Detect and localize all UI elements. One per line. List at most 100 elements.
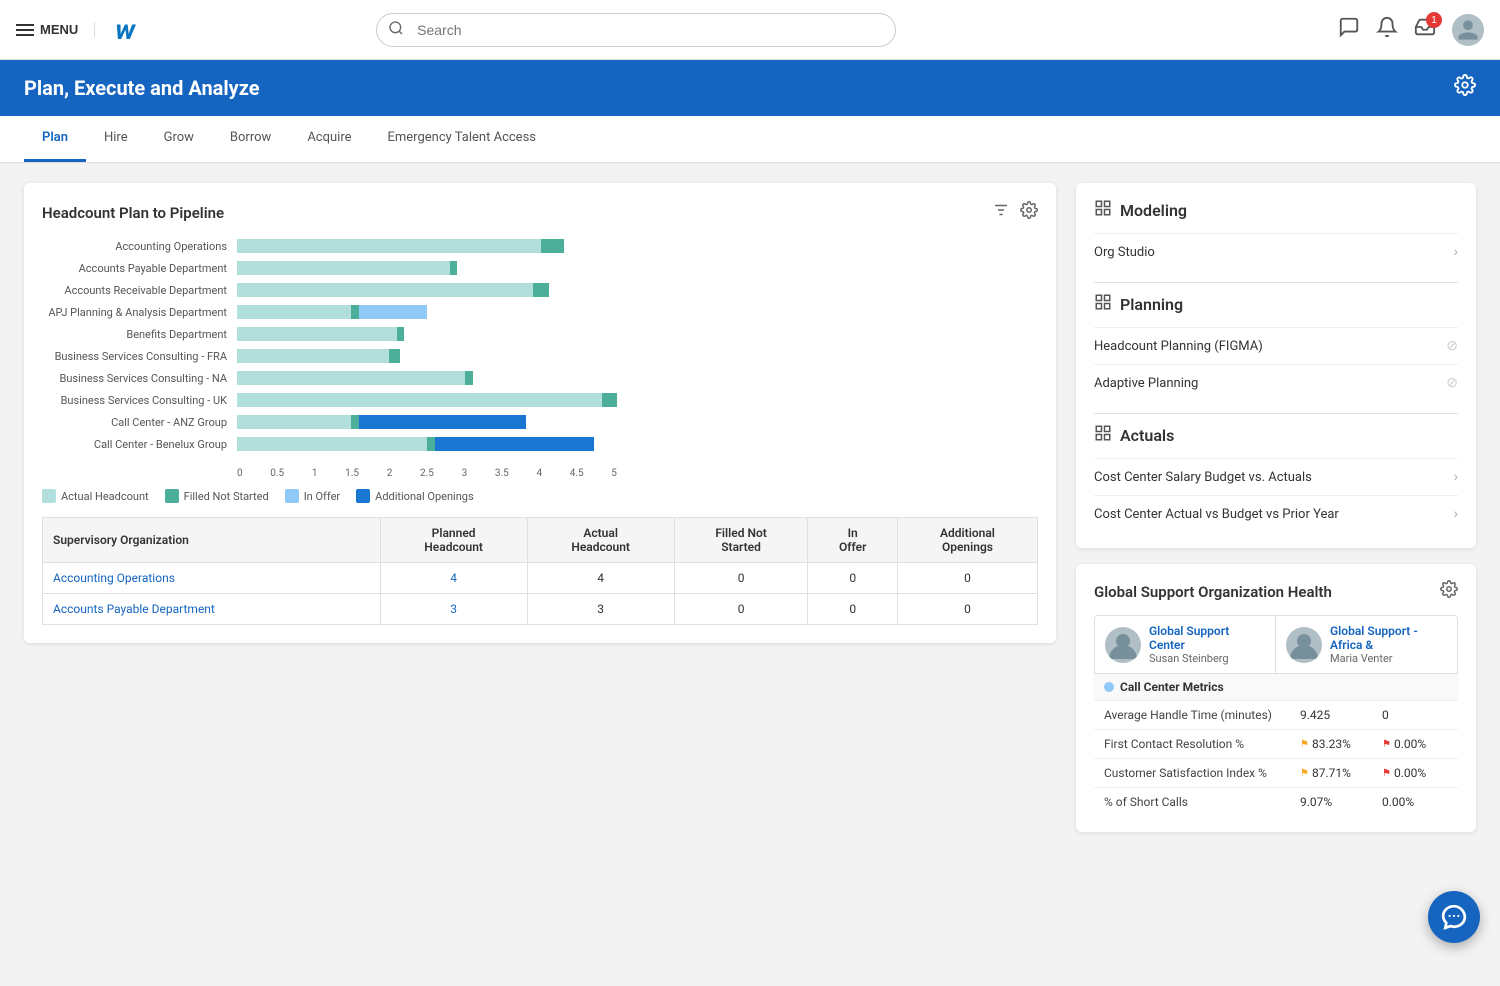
offer-val: 0 [808,594,897,625]
support-person-1-name: Global Support Center [1149,624,1265,652]
nav-icons: 1 [1338,14,1484,46]
legend-color-box [165,489,179,503]
planning-icon [1094,293,1112,315]
chatbot-button[interactable] [1428,891,1480,943]
bar-actual-segment [237,261,450,275]
planned-val: 4 [380,563,527,594]
left-panel: Headcount Plan to Pipeline A [24,183,1056,966]
support-col-1: Global Support Center Susan Steinberg [1095,616,1276,673]
legend-label: In Offer [304,490,340,503]
x-tick: 2 [387,468,393,479]
x-tick: 1 [312,468,318,479]
flag-yellow-icon: ⚑ [1300,739,1309,750]
tab-plan[interactable]: Plan [24,116,86,162]
flag-red-icon-2: ⚑ [1382,739,1391,750]
bar-actual-segment [237,437,427,451]
actuals-title: Actuals [1120,426,1174,445]
chevron-right-icon: › [1454,244,1458,260]
chart-header: Headcount Plan to Pipeline [42,201,1038,224]
chart-card: Headcount Plan to Pipeline A [24,183,1056,643]
bar-actual-segment [237,349,389,363]
support-person-1-sub: Susan Steinberg [1149,652,1265,665]
planned-val: 3 [380,594,527,625]
bar-row: Call Center - ANZ Group [42,414,1038,430]
bar-additional-segment [359,415,526,429]
filled-val: 0 [674,594,808,625]
filter-button[interactable] [992,201,1010,224]
planning-title: Planning [1120,295,1183,314]
tab-acquire[interactable]: Acquire [289,116,369,162]
legend-item: In Offer [285,489,340,503]
modeling-planning-actuals-card: Modeling Org Studio › Planning Headcount… [1076,183,1476,548]
actual-val: 4 [527,563,674,594]
bar-additional-segment [435,437,595,451]
metrics-dot [1104,682,1114,692]
search-input[interactable] [376,13,896,47]
x-tick: 3 [462,468,468,479]
support-col-2: Global Support - Africa & Maria Venter [1276,616,1457,673]
tab-grow[interactable]: Grow [146,116,212,162]
avatar[interactable] [1452,14,1484,46]
bar-filled-segment [351,415,359,429]
legend-item: Actual Headcount [42,489,149,503]
bar-container [237,392,1038,408]
metric-val-2: ⚑0.00% [1376,730,1458,758]
actuals-header: Actuals [1094,424,1458,446]
support-person-2: Global Support - Africa & Maria Venter [1330,624,1447,665]
bar-filled-segment [541,239,564,253]
org-studio-label: Org Studio [1094,245,1155,260]
search-icon [388,20,404,40]
modeling-title: Modeling [1120,201,1187,220]
salary-budget-label: Cost Center Salary Budget vs. Actuals [1094,470,1312,485]
inbox-button[interactable]: 1 [1414,16,1436,43]
bar-filled-segment [450,261,458,275]
metrics-rows: Average Handle Time (minutes)9.4250First… [1094,700,1458,816]
additional-val: 0 [897,563,1037,594]
metric-row: First Contact Resolution %⚑83.23%⚑0.00% [1094,729,1458,758]
filled-val: 0 [674,563,808,594]
adaptive-planning-link[interactable]: Adaptive Planning ⊘ [1094,364,1458,401]
tab-emergency-talent[interactable]: Emergency Talent Access [370,116,555,162]
metric-label: First Contact Resolution % [1094,730,1294,758]
actual-val: 3 [527,594,674,625]
bar-container [237,304,1038,320]
bar-row: Business Services Consulting - UK [42,392,1038,408]
hamburger-icon [16,24,34,36]
col-offer: InOffer [808,518,897,563]
headcount-planning-link[interactable]: Headcount Planning (FIGMA) ⊘ [1094,327,1458,364]
tab-borrow[interactable]: Borrow [212,116,289,162]
bar-container [237,348,1038,364]
page-header: Plan, Execute and Analyze [0,60,1500,116]
messages-button[interactable] [1338,16,1360,43]
metric-val-2: 0 [1376,701,1458,729]
x-axis: 00.511.522.533.544.55 [237,468,617,479]
settings-button[interactable] [1454,74,1476,102]
salary-budget-link[interactable]: Cost Center Salary Budget vs. Actuals › [1094,458,1458,495]
offer-val: 0 [808,563,897,594]
bar-filled-segment [397,327,405,341]
budget-prior-year-link[interactable]: Cost Center Actual vs Budget vs Prior Ye… [1094,495,1458,532]
bar-container [237,238,1038,254]
bar-row: Accounts Receivable Department [42,282,1038,298]
chart-settings-button[interactable] [1020,201,1038,224]
org-studio-link[interactable]: Org Studio › [1094,233,1458,270]
tab-hire[interactable]: Hire [86,116,146,162]
x-tick: 5 [611,468,617,479]
right-panel: Modeling Org Studio › Planning Headcount… [1076,183,1476,966]
tabs-bar: Plan Hire Grow Borrow Acquire Emergency … [0,116,1500,163]
bar-label: Accounts Receivable Department [42,284,237,297]
menu-button[interactable]: MENU [16,22,95,37]
support-header: Global Support Organization Health [1094,580,1458,603]
support-avatar-2 [1286,627,1322,663]
support-settings-button[interactable] [1440,580,1458,603]
notifications-button[interactable] [1376,16,1398,43]
org-link[interactable]: Accounting Operations [53,571,175,585]
org-link[interactable]: Accounts Payable Department [53,602,215,616]
inbox-badge: 1 [1426,12,1442,28]
metric-val-1: ⚑83.23% [1294,730,1376,758]
bar-container [237,414,1038,430]
page-title: Plan, Execute and Analyze [24,76,260,100]
metric-row: Average Handle Time (minutes)9.4250 [1094,700,1458,729]
bar-row: Call Center - Benelux Group [42,436,1038,452]
bar-row: Accounts Payable Department [42,260,1038,276]
